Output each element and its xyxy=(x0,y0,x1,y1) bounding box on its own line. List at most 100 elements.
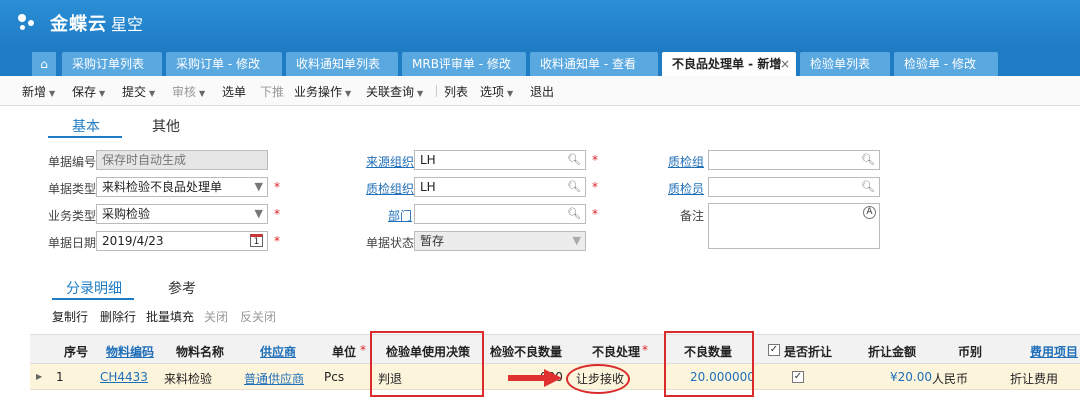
select-bill-button[interactable]: 选单 xyxy=(222,83,246,100)
required-mark: * xyxy=(274,207,280,221)
cell-currency[interactable]: 人民币 xyxy=(932,370,968,387)
main-toolbar: 新增 ▼ 保存 ▼ 提交 ▼ 审核 ▼ 选单 下推 业务操作 ▼ 关联查询 ▼ 列表 选项 ▼… xyxy=(0,76,1080,106)
col-discount-amount: 折让金额 xyxy=(868,345,917,359)
toolbar-divider xyxy=(436,85,437,97)
options-button[interactable]: 选项 ▼ xyxy=(480,83,513,100)
cell-unit: Pcs xyxy=(324,370,345,384)
cell-seq: 1 xyxy=(56,370,64,384)
discount-checkbox[interactable]: ✓ xyxy=(792,371,804,383)
col-supplier[interactable]: 供应商 xyxy=(260,343,296,360)
col-fee-item[interactable]: 费用项目 xyxy=(1030,343,1078,360)
required-mark: * xyxy=(592,153,598,167)
col-seq: 序号 xyxy=(64,345,89,359)
search-icon[interactable]: 🔍︎ xyxy=(567,205,581,223)
required-mark: * xyxy=(274,180,280,194)
bill-type-label: 单据类型 xyxy=(48,182,97,196)
col-discount: 是否折让 xyxy=(784,345,833,359)
tab-mrb-review-edit[interactable]: MRB评审单 - 修改 xyxy=(402,52,526,76)
col-unit: 单位 xyxy=(332,345,357,359)
cell-fee-item[interactable]: 折让费用 xyxy=(1010,370,1058,387)
business-ops-button[interactable]: 业务操作 ▼ xyxy=(294,83,351,100)
highlight-oval-handling xyxy=(566,364,630,394)
biz-type-select[interactable]: 采购检验 ▼ xyxy=(96,204,268,224)
save-button[interactable]: 保存 ▼ xyxy=(72,83,105,100)
chevron-down-icon: ▼ xyxy=(254,180,263,193)
new-button[interactable]: 新增 ▼ xyxy=(22,83,55,100)
cell-material-code[interactable]: CH4433 xyxy=(100,370,148,384)
audit-button[interactable]: 审核 ▼ xyxy=(172,83,205,100)
required-mark: * xyxy=(274,234,280,248)
search-icon[interactable]: 🔍︎ xyxy=(861,178,875,196)
search-icon[interactable]: 🔍︎ xyxy=(567,178,581,196)
dept-label[interactable]: 部门 xyxy=(388,207,412,224)
bill-type-select[interactable]: 来料检验不良品处理单 ▼ xyxy=(96,177,268,197)
qc-group-field[interactable]: 🔍︎ xyxy=(708,150,880,170)
cell-discount-amount[interactable]: ¥20.00 xyxy=(890,370,932,384)
source-org-label[interactable]: 来源组织 xyxy=(366,153,414,170)
app-logo: 金蝶云 星空 xyxy=(14,10,143,36)
inspector-field[interactable]: 🔍︎ xyxy=(708,177,880,197)
col-insp-bad-qty: 检验不良数量 xyxy=(490,345,563,359)
col-currency: 币别 xyxy=(958,345,983,359)
tab-inspection-edit[interactable]: 检验单 - 修改 xyxy=(894,52,998,76)
remark-textarea[interactable]: A xyxy=(708,203,880,249)
col-handling: 不良处理 xyxy=(592,345,641,359)
biz-type-label: 业务类型 xyxy=(48,209,97,223)
active-tab-indicator xyxy=(48,136,122,138)
remark-label: 备注 xyxy=(680,209,705,223)
source-org-field[interactable]: LH 🔍︎ xyxy=(414,150,586,170)
bill-no-field[interactable]: 保存时自动生成 xyxy=(96,150,268,170)
grid-header: 序号 物料编码 物料名称 供应商 单位 * 检验单使用决策 检验不良数量 不良处… xyxy=(30,334,1080,364)
bill-date-field[interactable]: 2019/4/23 1 xyxy=(96,231,268,251)
highlight-box-bad-qty xyxy=(664,331,754,397)
tab-other[interactable]: 其他 xyxy=(152,116,180,136)
tab-receipt-notice-list[interactable]: 收料通知单列表 xyxy=(286,52,398,76)
batch-fill-button[interactable]: 批量填充 xyxy=(146,308,194,325)
submit-button[interactable]: 提交 ▼ xyxy=(122,83,155,100)
push-down-button[interactable]: 下推 xyxy=(260,83,284,100)
status-label: 单据状态 xyxy=(366,236,415,250)
app-header: 金蝶云 星空 xyxy=(0,0,1080,48)
tab-defect-handling-new[interactable]: 不良品处理单 - 新增 × xyxy=(662,52,796,76)
brand-name: 金蝶云 xyxy=(50,14,107,35)
search-icon[interactable]: 🔍︎ xyxy=(567,151,581,169)
qc-org-field[interactable]: LH 🔍︎ xyxy=(414,177,586,197)
discount-header-checkbox[interactable]: ✓ xyxy=(768,344,780,356)
qc-org-label[interactable]: 质检组织 xyxy=(366,180,414,197)
exit-button[interactable]: 退出 xyxy=(530,83,554,100)
kingdee-logo-icon xyxy=(14,10,48,36)
related-query-button[interactable]: 关联查询 ▼ xyxy=(366,83,423,100)
chevron-down-icon: ▼ xyxy=(572,234,581,247)
search-icon[interactable]: 🔍︎ xyxy=(861,151,875,169)
tab-purchase-order-edit[interactable]: 采购订单 - 修改 xyxy=(166,52,282,76)
qc-group-label[interactable]: 质检组 xyxy=(668,153,704,170)
row-expand-icon[interactable]: ▶ xyxy=(36,372,42,381)
required-mark: * xyxy=(642,343,648,357)
document-tabs: ⌂ 采购订单列表 采购订单 - 修改 收料通知单列表 MRB评审单 - 修改 收… xyxy=(0,48,1080,76)
tab-purchase-order-list[interactable]: 采购订单列表 xyxy=(62,52,162,76)
cell-supplier[interactable]: 普通供应商 xyxy=(244,370,304,387)
required-mark: * xyxy=(360,343,366,357)
copy-row-button[interactable]: 复制行 xyxy=(52,308,88,325)
close-icon[interactable]: × xyxy=(780,52,790,76)
tab-inspection-list[interactable]: 检验单列表 xyxy=(800,52,890,76)
close-row-button[interactable]: 关闭 xyxy=(204,308,228,325)
tab-reference[interactable]: 参考 xyxy=(168,278,196,298)
tab-entry-detail[interactable]: 分录明细 xyxy=(66,278,122,298)
home-icon[interactable]: ⌂ xyxy=(32,52,56,76)
list-button[interactable]: 列表 xyxy=(444,83,468,100)
multilang-icon[interactable]: A xyxy=(863,206,876,219)
col-material-name: 物料名称 xyxy=(176,345,225,359)
calendar-icon[interactable]: 1 xyxy=(250,234,263,247)
reopen-row-button[interactable]: 反关闭 xyxy=(240,308,276,325)
required-mark: * xyxy=(592,207,598,221)
status-select: 暂存 ▼ xyxy=(414,231,586,251)
col-material-code[interactable]: 物料编码 xyxy=(106,343,154,360)
inspector-label[interactable]: 质检员 xyxy=(668,180,704,197)
tab-receipt-notice-view[interactable]: 收料通知单 - 查看 xyxy=(530,52,658,76)
bill-date-label: 单据日期 xyxy=(48,236,97,250)
tab-basic[interactable]: 基本 xyxy=(72,116,100,136)
dept-field[interactable]: 🔍︎ xyxy=(414,204,586,224)
delete-row-button[interactable]: 删除行 xyxy=(100,308,136,325)
bill-no-label: 单据编号 xyxy=(48,155,97,169)
